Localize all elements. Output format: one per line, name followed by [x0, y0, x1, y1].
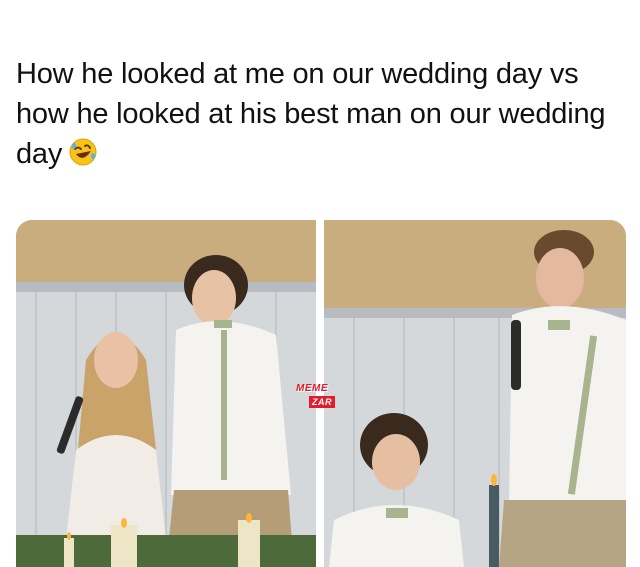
caption-text: How he looked at me on our wedding day v…: [16, 58, 606, 170]
photo-groom-and-best-man: [324, 220, 626, 567]
post-caption: How he looked at me on our wedding day v…: [16, 54, 626, 178]
photo-bride-and-groom: [16, 220, 316, 567]
watermark-logo: MEME ZAR: [296, 383, 342, 410]
watermark-line1: MEME: [296, 383, 328, 394]
watermark-line2: ZAR: [309, 396, 335, 408]
rolling-on-floor-laughing-emoji-icon: [68, 137, 98, 178]
